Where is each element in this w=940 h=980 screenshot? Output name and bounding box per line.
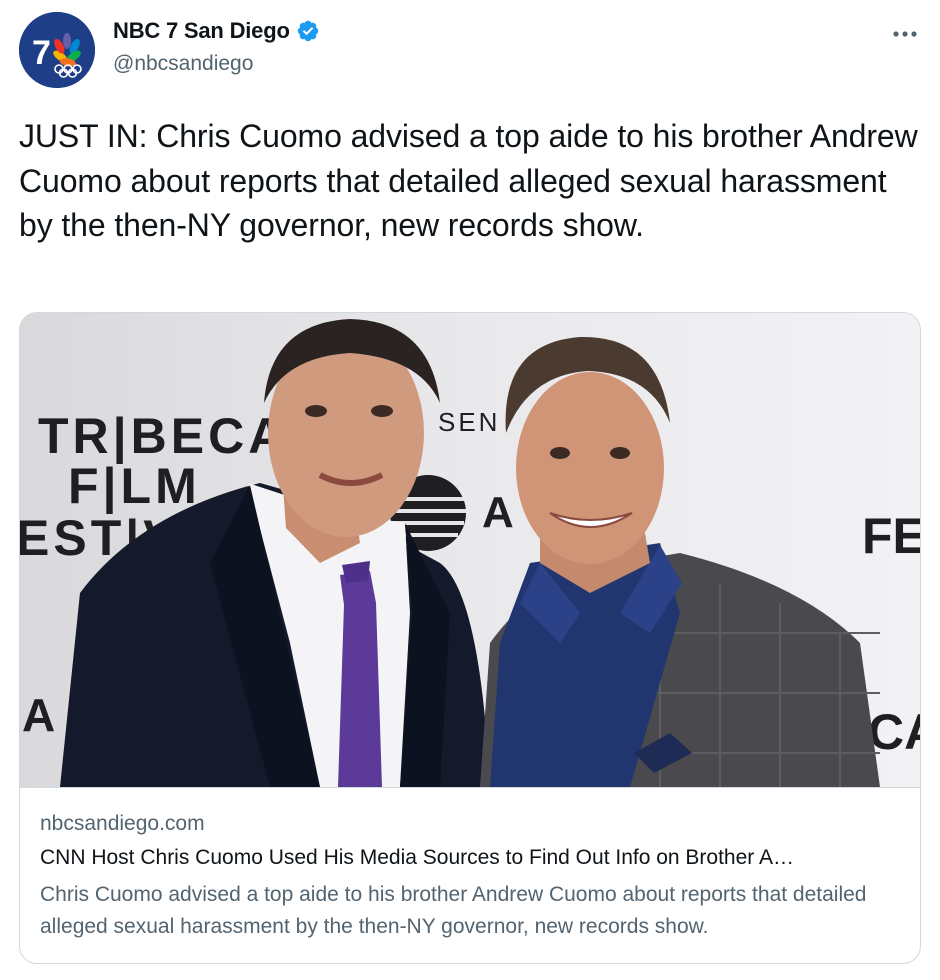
backdrop-text-a-mid: A: [482, 488, 514, 537]
backdrop-text-sen: SEN: [438, 407, 500, 437]
backdrop-text-fe: FE: [862, 508, 920, 564]
card-title: CNN Host Chris Cuomo Used His Media Sour…: [40, 846, 794, 869]
verified-badge-icon: [297, 20, 318, 42]
account-handle[interactable]: @nbcsandiego: [113, 52, 253, 76]
tweet-text: JUST IN: Chris Cuomo advised a top aide …: [19, 118, 927, 243]
backdrop-text-tribeca: TR|BECA: [38, 408, 288, 465]
nbc-peacock-logo-icon: 7: [19, 12, 95, 88]
account-name-row[interactable]: NBC 7 San Diego: [113, 18, 320, 44]
more-options-button[interactable]: [890, 22, 920, 46]
link-preview-card[interactable]: TR|BECA F|LM EST|VA SEN FE CA A A: [19, 312, 921, 964]
card-domain: nbcsandiego.com: [40, 812, 205, 835]
card-divider: [20, 787, 920, 788]
avatar-label: 7: [32, 34, 51, 72]
backdrop-text-film: F|LM: [68, 458, 201, 515]
display-name[interactable]: NBC 7 San Diego: [113, 18, 290, 44]
backdrop-text-ca: CA: [868, 704, 920, 760]
backdrop-text-a-left: A: [22, 689, 55, 741]
cuomo-brothers-photo: TR|BECA F|LM EST|VA SEN FE CA A A: [20, 313, 920, 787]
card-description: Chris Cuomo advised a top aide to his br…: [40, 883, 867, 938]
avatar[interactable]: 7: [19, 12, 95, 88]
more-horizontal-icon: [893, 31, 917, 37]
tweet[interactable]: 7 NBC 7 San Diego @nbcsandiego JUST IN: …: [0, 0, 940, 980]
card-image[interactable]: TR|BECA F|LM EST|VA SEN FE CA A A: [20, 313, 920, 787]
